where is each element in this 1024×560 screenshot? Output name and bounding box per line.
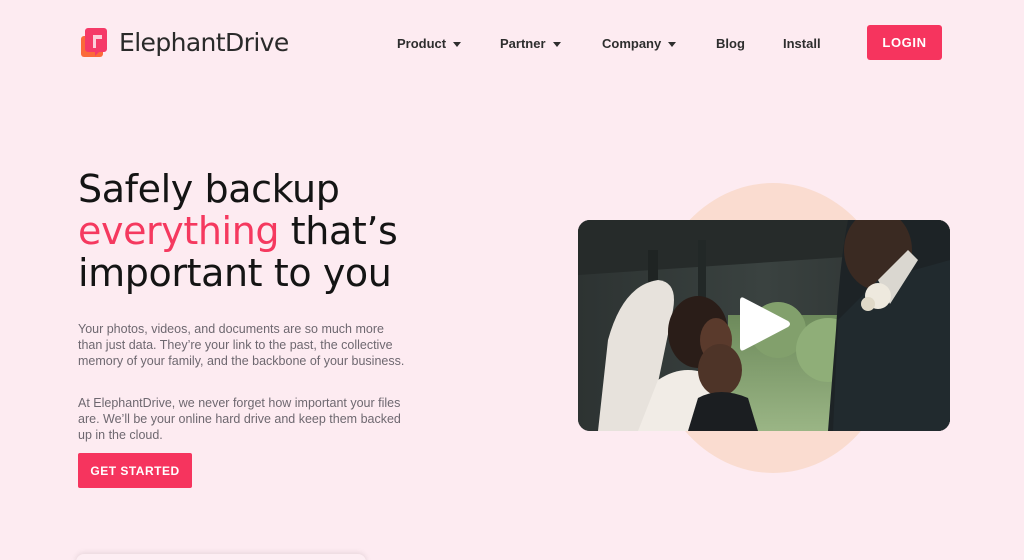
nav-item-label: Install — [783, 36, 821, 51]
headline-line-2-rest: that’s — [279, 209, 398, 253]
video-player[interactable] — [578, 220, 950, 431]
headline-line-1: Safely backup — [78, 167, 340, 211]
brand-name: ElephantDrive — [119, 27, 289, 57]
site-header: ElephantDrive Product Partner Company Bl… — [0, 0, 1024, 86]
chevron-down-icon — [453, 41, 462, 47]
hero-paragraph-2: At ElephantDrive, we never forget how im… — [78, 396, 401, 442]
chevron-down-icon — [552, 41, 561, 47]
get-started-button[interactable]: GET STARTED — [78, 453, 192, 488]
nav-item-product[interactable]: Product — [397, 35, 462, 53]
elephantdrive-logo-icon — [81, 28, 107, 57]
hero-paragraph-1: Your photos, videos, and documents are s… — [78, 322, 405, 368]
headline-line-3: important to you — [78, 251, 392, 295]
chevron-down-icon — [668, 41, 677, 47]
login-button[interactable]: LOGIN — [867, 25, 942, 60]
play-icon[interactable] — [738, 294, 792, 354]
brand-logo[interactable]: ElephantDrive — [81, 26, 289, 58]
nav-item-label: Blog — [716, 36, 745, 51]
nav-item-company[interactable]: Company — [602, 35, 677, 53]
nav-item-partner[interactable]: Partner — [500, 35, 561, 53]
nav-item-install[interactable]: Install — [783, 35, 821, 53]
nav-item-label: Partner — [500, 36, 546, 51]
nav-item-label: Product — [397, 36, 447, 51]
nav-item-label: Company — [602, 36, 662, 51]
headline-accent: everything — [78, 209, 280, 253]
bottom-card-edge — [76, 554, 366, 560]
hero-headline: Safely backup everything that’s importan… — [78, 168, 458, 294]
nav-item-blog[interactable]: Blog — [716, 35, 745, 53]
